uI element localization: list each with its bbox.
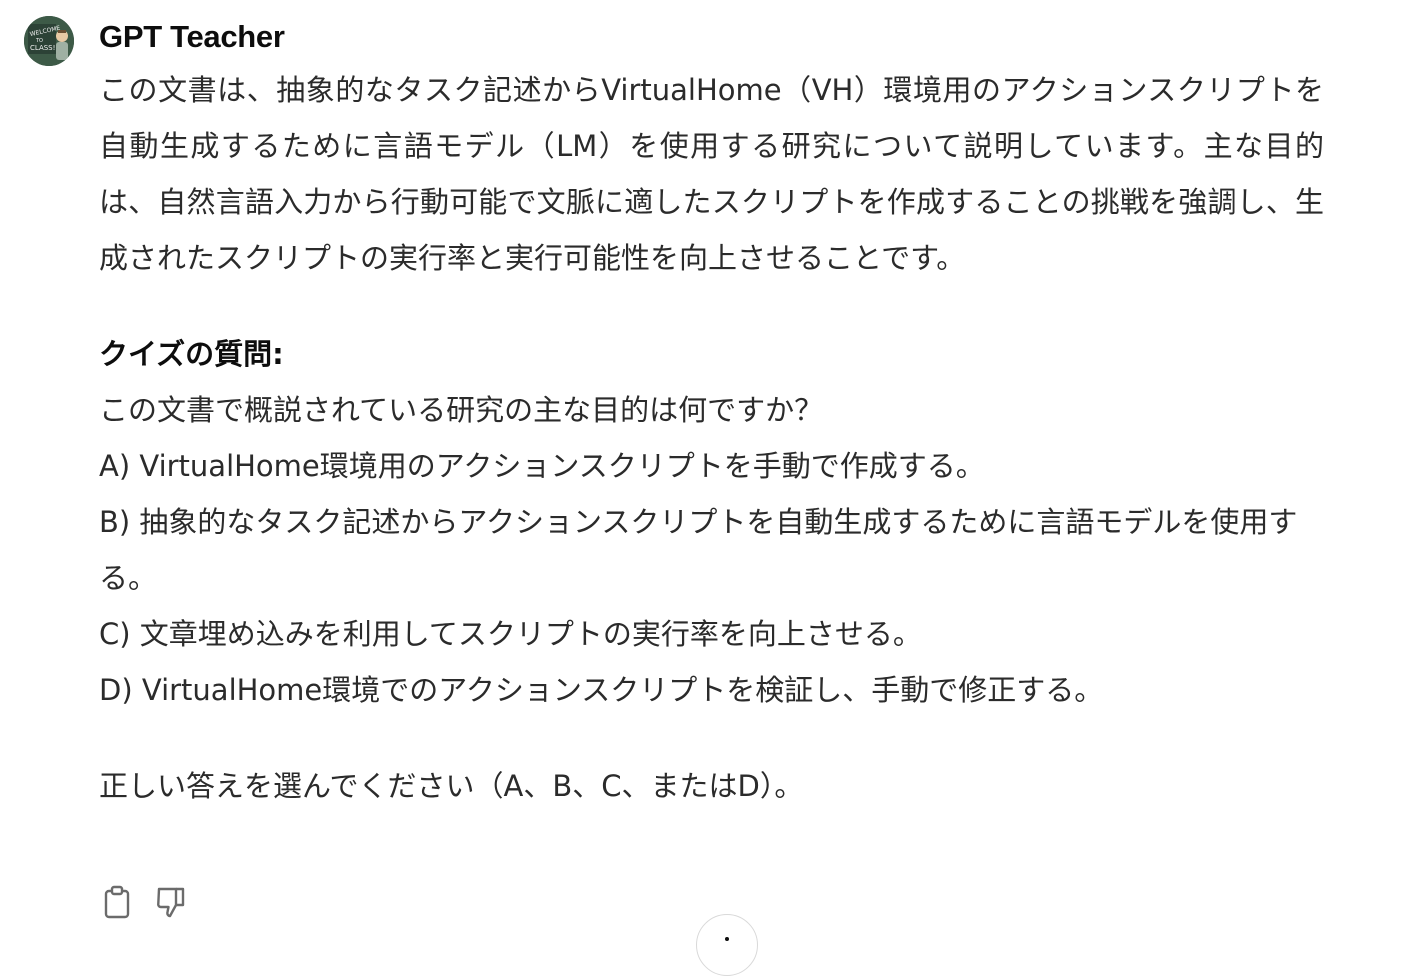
quiz-option-b: B) 抽象的なタスク記述からアクションスクリプトを自動生成するために言語モデルを… bbox=[99, 505, 1298, 595]
avatar[interactable]: WELCOME TO CLASS! bbox=[24, 16, 74, 66]
clipboard-icon bbox=[104, 885, 130, 919]
dislike-button[interactable] bbox=[153, 884, 189, 920]
summary-paragraph: この文書は、抽象的なタスク記述からVirtualHome（VH）環境用のアクショ… bbox=[99, 73, 1324, 275]
quiz-option-c: C) 文章埋め込みを利用してスクリプトの実行率を向上させる。 bbox=[99, 617, 922, 651]
quiz-option-d: D) VirtualHome環境でのアクションスクリプトを検証し、手動で修正する… bbox=[99, 673, 1104, 707]
message-content: この文書は、抽象的なタスク記述からVirtualHome（VH）環境用のアクショ… bbox=[99, 62, 1324, 814]
quiz-question: この文書で概説されている研究の主な目的は何ですか？ bbox=[99, 393, 824, 427]
scroll-down-button[interactable] bbox=[696, 914, 758, 976]
thumbs-down-icon bbox=[157, 887, 185, 918]
sender-name: GPT Teacher bbox=[99, 19, 285, 54]
teacher-chalkboard-avatar-icon: WELCOME TO CLASS! bbox=[24, 16, 74, 66]
quiz-heading: クイズの質問: bbox=[99, 337, 284, 371]
svg-text:CLASS!: CLASS! bbox=[30, 44, 55, 52]
arrow-down-icon bbox=[725, 937, 729, 941]
quiz-option-a: A) VirtualHome環境用のアクションスクリプトを手動で作成する。 bbox=[99, 449, 985, 483]
copy-button[interactable] bbox=[99, 884, 135, 920]
quiz-instruction: 正しい答えを選んでください（A、B、C、またはD）。 bbox=[99, 769, 804, 803]
message-actions bbox=[99, 884, 189, 920]
assistant-message: WELCOME TO CLASS! GPT Teacher この文書は、抽象的な… bbox=[0, 0, 1420, 976]
